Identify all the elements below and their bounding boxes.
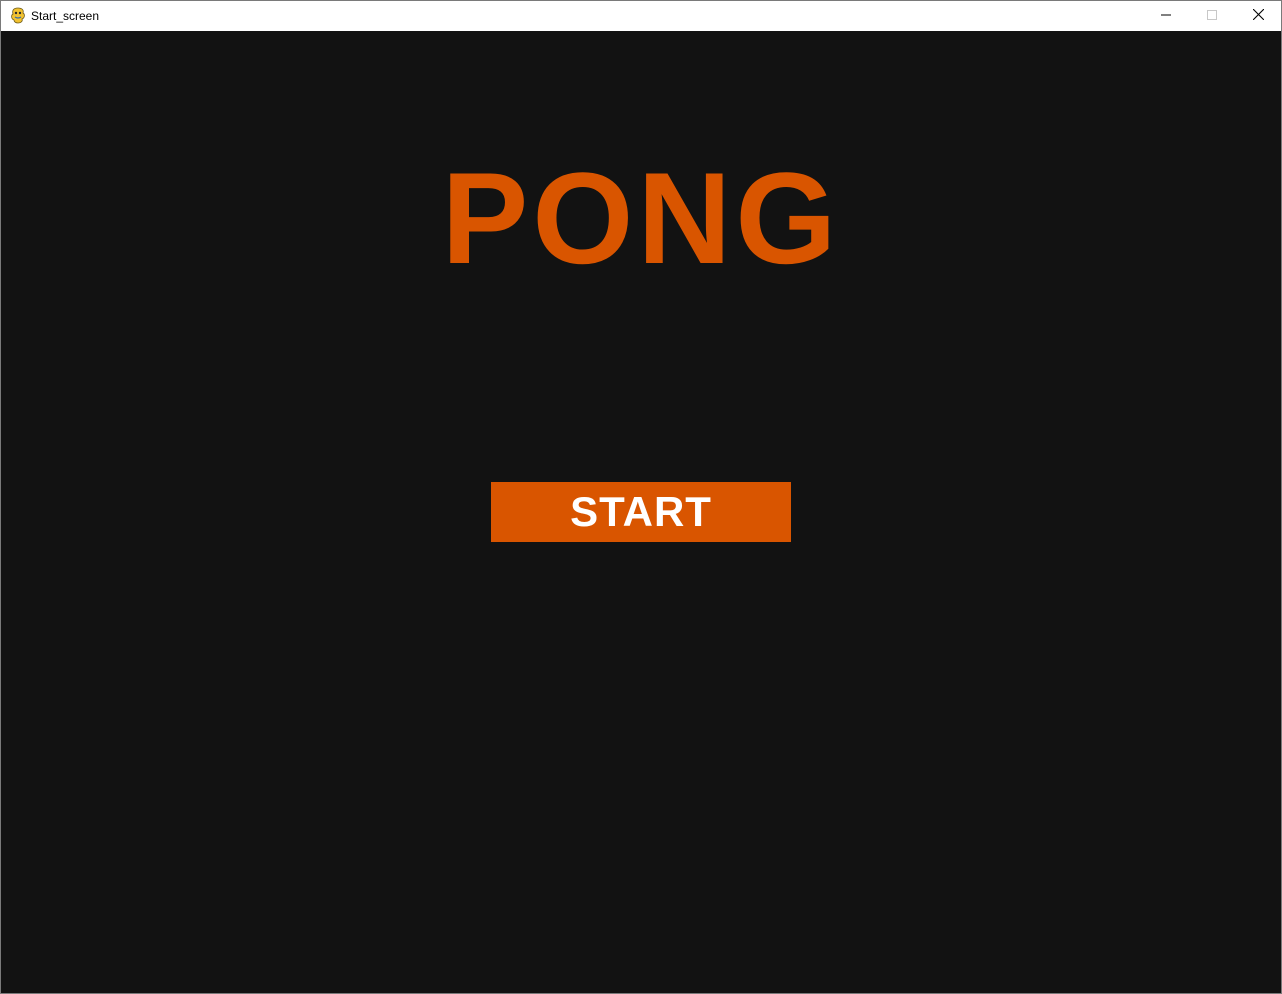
game-canvas: PONG START [1, 31, 1281, 993]
app-window: Start_screen PONG START [0, 0, 1282, 994]
window-title: Start_screen [31, 9, 100, 23]
maximize-button[interactable] [1189, 1, 1235, 31]
game-title: PONG [441, 145, 841, 291]
pygame-snake-icon [10, 7, 26, 24]
start-button[interactable]: START [491, 482, 791, 542]
title-bar[interactable]: Start_screen [1, 1, 1281, 31]
close-button[interactable] [1235, 1, 1281, 31]
maximize-icon [1207, 7, 1217, 25]
minimize-icon [1161, 7, 1171, 25]
start-button-label: START [570, 488, 712, 535]
close-icon [1252, 7, 1264, 25]
minimize-button[interactable] [1143, 1, 1189, 31]
